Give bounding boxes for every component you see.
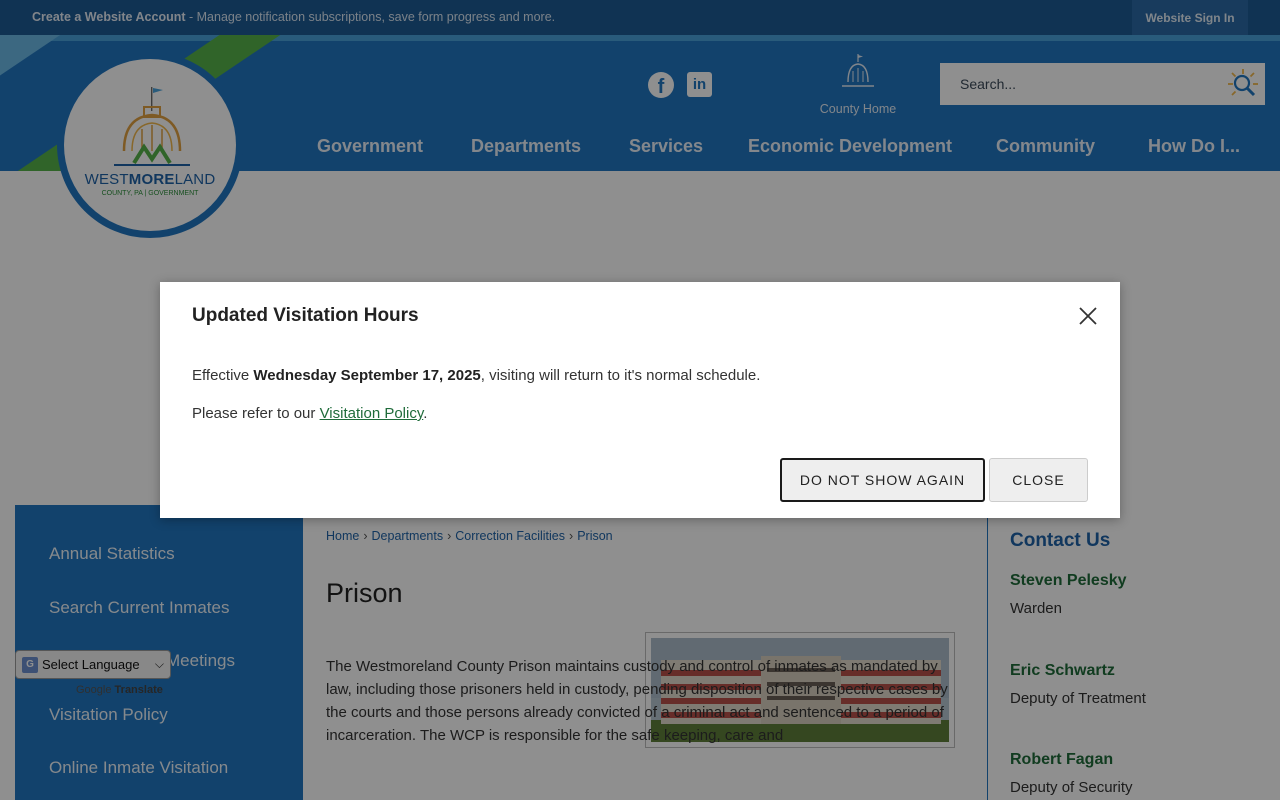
visitation-policy-link[interactable]: Visitation Policy xyxy=(320,405,424,422)
close-button[interactable]: CLOSE xyxy=(989,458,1088,502)
visitation-hours-dialog: Updated Visitation Hours Effective Wedne… xyxy=(160,282,1120,518)
do-not-show-again-button[interactable]: DO NOT SHOW AGAIN xyxy=(780,458,985,502)
dialog-title: Updated Visitation Hours xyxy=(192,305,419,326)
dialog-text: Please refer to our xyxy=(192,405,320,422)
dialog-message-line-2: Please refer to our Visitation Policy. xyxy=(192,405,427,422)
dialog-text: . xyxy=(423,405,428,422)
dialog-message-line-1: Effective Wednesday September 17, 2025, … xyxy=(192,367,760,384)
dialog-text: Effective xyxy=(192,367,254,384)
effective-date: Wednesday September 17, 2025 xyxy=(253,367,481,384)
dialog-text: , visiting will return to it's normal sc… xyxy=(480,367,761,384)
close-icon[interactable] xyxy=(1076,304,1100,328)
